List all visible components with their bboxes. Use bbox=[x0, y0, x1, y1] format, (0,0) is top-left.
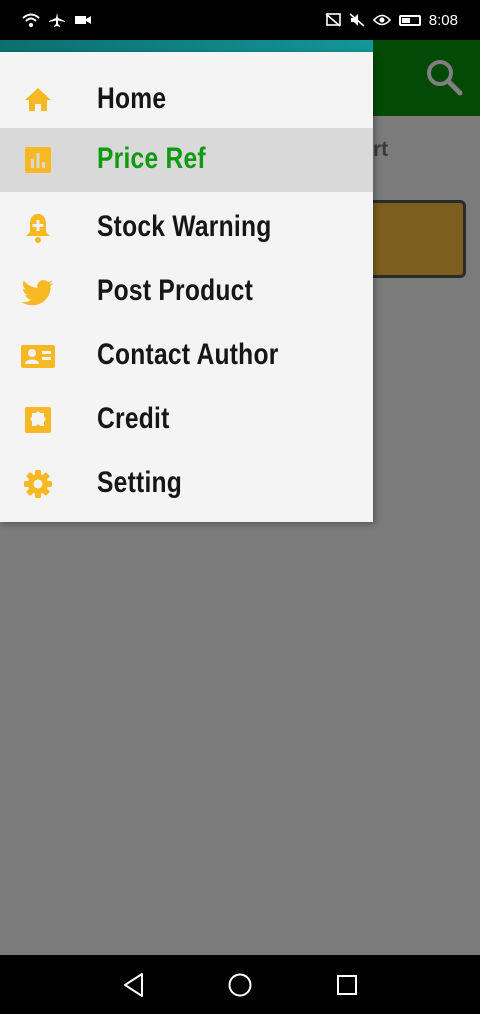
back-icon[interactable] bbox=[120, 971, 148, 999]
status-time: 8:08 bbox=[428, 11, 458, 29]
home-icon bbox=[25, 88, 51, 111]
puzzle-icon bbox=[25, 407, 51, 433]
drawer-item-label: Home bbox=[97, 82, 167, 115]
status-bar: 8:08 bbox=[0, 0, 480, 40]
drawer-item-label: Price Ref bbox=[97, 142, 206, 175]
airplane-icon bbox=[49, 13, 65, 27]
system-nav-bar bbox=[0, 955, 480, 1014]
eye-icon bbox=[372, 14, 391, 26]
drawer-item-price-ref[interactable]: Price Ref bbox=[0, 128, 373, 192]
drawer-item-label: Contact Author bbox=[97, 338, 279, 371]
twitter-icon bbox=[21, 280, 53, 306]
background-label: rt bbox=[373, 138, 389, 161]
drawer-item-stock-warning[interactable]: Stock Warning bbox=[0, 196, 373, 260]
drawer-item-label: Setting bbox=[97, 466, 183, 499]
video-icon bbox=[75, 16, 91, 24]
mute-icon bbox=[349, 13, 365, 27]
drawer-item-label: Post Product bbox=[97, 274, 254, 307]
drawer-item-post-product[interactable]: Post Product bbox=[0, 260, 373, 324]
wifi-icon bbox=[22, 13, 40, 27]
search-icon[interactable] bbox=[425, 58, 463, 96]
home-circle-icon[interactable] bbox=[226, 971, 254, 999]
bell-plus-icon bbox=[26, 214, 50, 243]
recents-icon[interactable] bbox=[333, 971, 361, 999]
contact-card-icon bbox=[21, 345, 55, 368]
drawer-item-credit[interactable]: Credit bbox=[0, 388, 373, 452]
gear-icon bbox=[24, 470, 52, 498]
battery-icon bbox=[398, 14, 421, 26]
navigation-drawer: Home Price Ref Stock Warning Post Produc… bbox=[0, 52, 373, 522]
drawer-item-setting[interactable]: Setting bbox=[0, 452, 373, 516]
bar-chart-icon bbox=[25, 147, 51, 173]
status-left-icons bbox=[22, 12, 92, 28]
drawer-item-home[interactable]: Home bbox=[0, 68, 373, 132]
drawer-item-label: Stock Warning bbox=[97, 210, 272, 243]
background-button bbox=[364, 200, 466, 278]
status-right-icons: 8:08 bbox=[325, 12, 458, 29]
cast-icon bbox=[325, 13, 341, 27]
drawer-item-contact-author[interactable]: Contact Author bbox=[0, 324, 373, 388]
drawer-item-label: Credit bbox=[97, 402, 170, 435]
